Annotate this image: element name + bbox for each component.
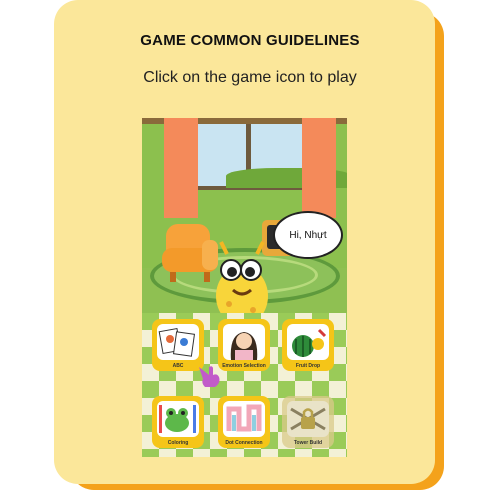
game-tile-emotion-selection[interactable]: Emotion Selection (218, 319, 270, 379)
page-title: GAME COMMON GUIDELINES (140, 32, 360, 49)
window (182, 118, 347, 190)
curtain-left (164, 118, 198, 218)
game-label-tower-build: Tower Build (293, 440, 323, 446)
game-screenshot: Hi, Nhựt ABC Emotion Selection Fruit Dro… (142, 118, 347, 457)
game-tile-tower-build[interactable]: Tower Build (282, 396, 334, 456)
greeting-bubble: Hi, Nhựt (273, 211, 343, 259)
frog-crayons-icon (159, 405, 196, 433)
watermelon-icon (292, 328, 327, 357)
game-tile-coloring[interactable]: Coloring (152, 396, 204, 456)
game-tile-dot-connection[interactable]: Dot Connection (218, 396, 270, 456)
game-tile-fruit-drop[interactable]: Fruit Drop (282, 319, 334, 379)
curtain-right (302, 118, 336, 218)
instruction-text: Click on the game icon to play (143, 69, 357, 86)
locked-icon (290, 407, 326, 431)
game-label-dot-connection: Dot Connection (225, 440, 263, 446)
game-label-coloring: Coloring (167, 440, 189, 446)
alphabet-cards-icon (158, 328, 196, 357)
greeting-text: Hi, Nhựt (289, 229, 327, 241)
pointer-hand-icon (199, 366, 220, 387)
pipes-icon (226, 404, 262, 432)
girl-face-icon (230, 332, 258, 360)
game-label-fruit-drop: Fruit Drop (295, 363, 321, 369)
